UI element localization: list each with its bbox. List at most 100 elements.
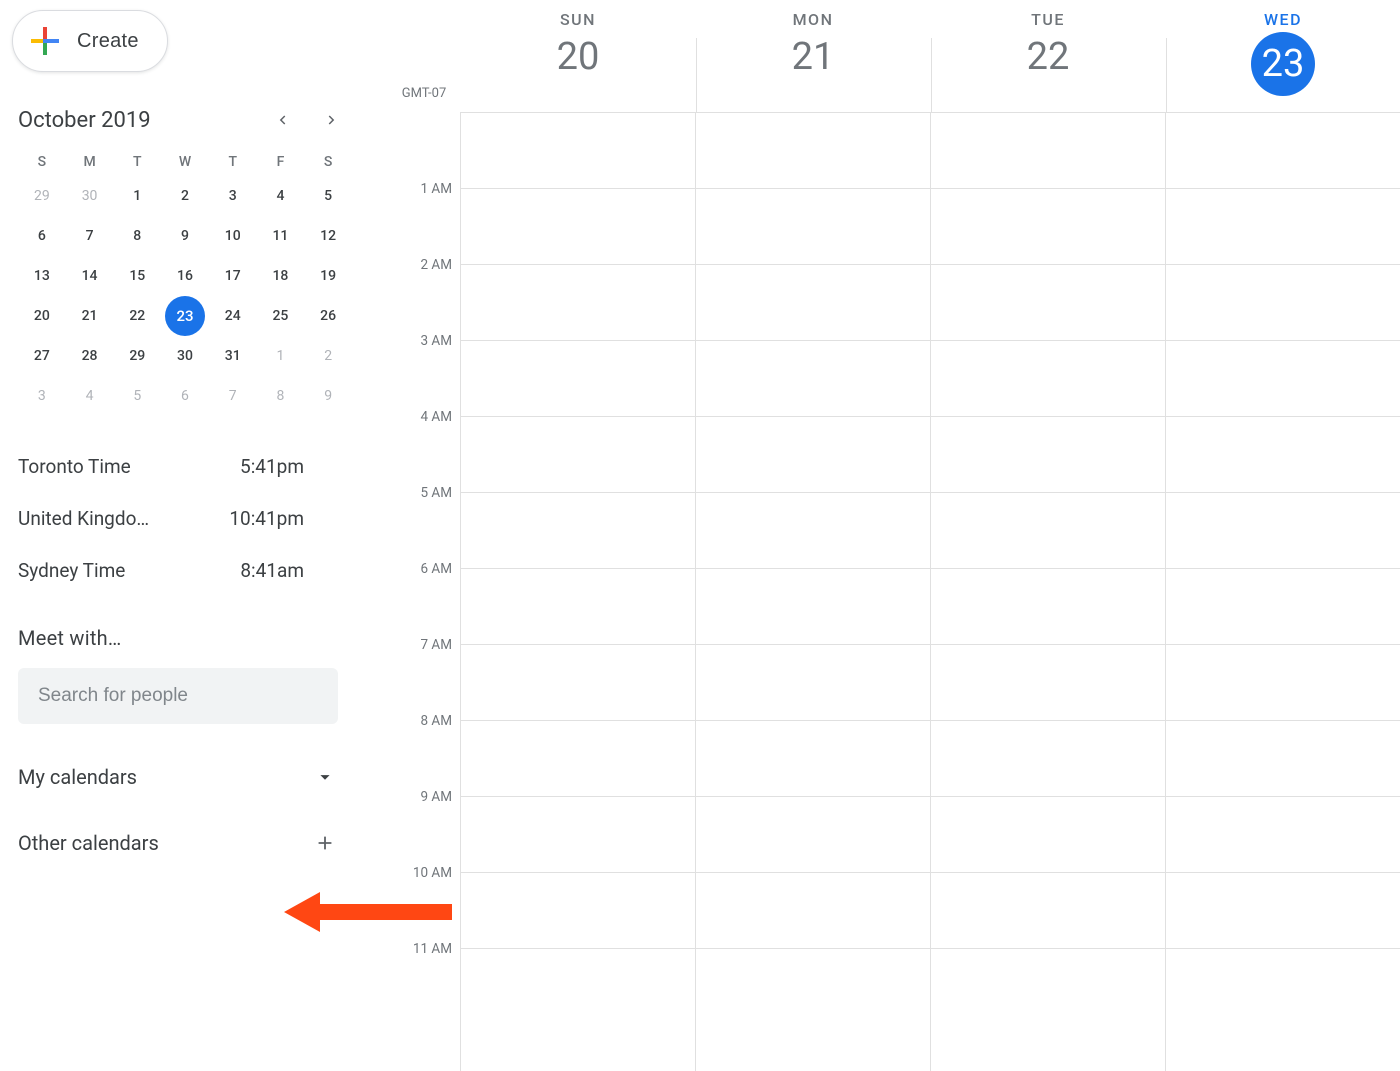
mini-day[interactable]: 10 xyxy=(219,222,247,250)
mini-day[interactable]: 7 xyxy=(219,382,247,410)
create-label: Create xyxy=(77,30,139,53)
mini-day[interactable]: 2 xyxy=(314,342,342,370)
next-month-button[interactable] xyxy=(316,104,348,136)
day-header[interactable]: WED23 xyxy=(1165,0,1400,112)
mini-day[interactable]: 29 xyxy=(123,342,151,370)
hour-row[interactable] xyxy=(460,112,1400,188)
mini-day[interactable]: 3 xyxy=(219,182,247,210)
mini-day[interactable]: 26 xyxy=(314,302,342,330)
my-calendars-section[interactable]: My calendars xyxy=(18,764,338,790)
mini-day[interactable]: 1 xyxy=(266,342,294,370)
hour-row[interactable]: 5 AM xyxy=(460,492,1400,568)
mini-day[interactable]: 6 xyxy=(28,222,56,250)
hour-row[interactable]: 11 AM xyxy=(460,948,1400,1024)
mini-day[interactable]: 8 xyxy=(123,222,151,250)
chevron-right-icon xyxy=(323,111,341,129)
hour-grid[interactable]: 1 AM2 AM3 AM4 AM5 AM6 AM7 AM8 AM9 AM10 A… xyxy=(388,112,1400,1071)
day-header[interactable]: SUN 20 xyxy=(460,0,695,112)
chevron-down-icon xyxy=(314,766,336,788)
mini-day[interactable]: 2 xyxy=(171,182,199,210)
mini-day[interactable]: 24 xyxy=(219,302,247,330)
world-clock-row: Sydney Time8:41am xyxy=(18,544,352,596)
mini-calendar-month: October 2019 xyxy=(18,108,151,133)
mini-day[interactable]: 22 xyxy=(123,302,151,330)
mini-day[interactable]: 13 xyxy=(28,262,56,290)
mini-day[interactable]: 5 xyxy=(123,382,151,410)
moon-icon xyxy=(316,506,340,530)
mini-day[interactable]: 25 xyxy=(266,302,294,330)
add-other-calendar-button[interactable] xyxy=(312,830,338,856)
mini-day[interactable]: 4 xyxy=(266,182,294,210)
day-header[interactable]: MON 21 xyxy=(695,0,930,112)
chevron-left-icon xyxy=(273,111,291,129)
mini-day[interactable]: 12 xyxy=(314,222,342,250)
mini-day[interactable]: 11 xyxy=(266,222,294,250)
search-people-input[interactable] xyxy=(18,668,338,724)
my-calendars-toggle[interactable] xyxy=(312,764,338,790)
mini-day[interactable]: 15 xyxy=(123,262,151,290)
mini-day[interactable]: 17 xyxy=(219,262,247,290)
create-button[interactable]: Create xyxy=(12,10,168,72)
day-header-dow: SUN xyxy=(461,10,695,29)
hour-row[interactable]: 8 AM xyxy=(460,720,1400,796)
mini-day[interactable]: 30 xyxy=(76,182,104,210)
hour-row[interactable]: 7 AM xyxy=(460,644,1400,720)
mini-dow: S xyxy=(304,154,352,170)
mini-day[interactable]: 23 xyxy=(165,296,205,336)
other-calendars-section[interactable]: Other calendars xyxy=(18,830,338,856)
mini-day[interactable]: 3 xyxy=(28,382,56,410)
hour-row[interactable]: 6 AM xyxy=(460,568,1400,644)
mini-day[interactable]: 31 xyxy=(219,342,247,370)
timezone-label: GMT-07 xyxy=(388,86,460,101)
clock-location: Sydney Time xyxy=(18,559,208,582)
clock-location: United Kingdo… xyxy=(18,507,208,530)
meet-with-heading: Meet with… xyxy=(18,626,352,650)
mini-day[interactable]: 7 xyxy=(76,222,104,250)
hour-label: 10 AM xyxy=(388,865,452,881)
week-view: GMT-07 SUN20MON21TUE22WED23 1 AM2 AM3 AM… xyxy=(388,0,1400,1071)
day-header-number: 23 xyxy=(1251,32,1315,96)
mini-calendar-grid: SMTWTFS293012345678910111213141516171819… xyxy=(18,154,352,410)
my-calendars-label: My calendars xyxy=(18,765,137,789)
hour-row[interactable]: 2 AM xyxy=(460,264,1400,340)
hour-label: 3 AM xyxy=(388,333,452,349)
mini-day[interactable]: 30 xyxy=(171,342,199,370)
mini-day[interactable]: 9 xyxy=(314,382,342,410)
mini-day[interactable]: 28 xyxy=(76,342,104,370)
hour-label: 4 AM xyxy=(388,409,452,425)
mini-day[interactable]: 18 xyxy=(266,262,294,290)
hour-row[interactable]: 10 AM xyxy=(460,872,1400,948)
mini-day[interactable]: 4 xyxy=(76,382,104,410)
day-header-number: 21 xyxy=(696,35,930,79)
world-clocks: Toronto Time5:41pmUnited Kingdo…10:41pmS… xyxy=(18,440,352,596)
day-header-number: 20 xyxy=(461,35,695,79)
hour-row[interactable]: 9 AM xyxy=(460,796,1400,872)
sun-icon xyxy=(316,454,340,478)
day-header-dow: MON xyxy=(696,10,930,29)
mini-day[interactable]: 8 xyxy=(266,382,294,410)
clock-time: 8:41am xyxy=(208,559,304,582)
prev-month-button[interactable] xyxy=(266,104,298,136)
hour-label: 2 AM xyxy=(388,257,452,273)
meet-with-section: Meet with… xyxy=(18,626,352,724)
hour-row[interactable]: 3 AM xyxy=(460,340,1400,416)
mini-day[interactable]: 9 xyxy=(171,222,199,250)
mini-day[interactable]: 14 xyxy=(76,262,104,290)
mini-day[interactable]: 29 xyxy=(28,182,56,210)
mini-dow: T xyxy=(113,154,161,170)
mini-day[interactable]: 20 xyxy=(28,302,56,330)
hour-row[interactable]: 4 AM xyxy=(460,416,1400,492)
hour-row[interactable]: 1 AM xyxy=(460,188,1400,264)
mini-day[interactable]: 6 xyxy=(171,382,199,410)
mini-day[interactable]: 27 xyxy=(28,342,56,370)
mini-calendar: October 2019 SMTWTFS29301234567891011121… xyxy=(18,104,352,410)
mini-day[interactable]: 21 xyxy=(76,302,104,330)
day-header[interactable]: TUE22 xyxy=(930,0,1165,112)
mini-day[interactable]: 5 xyxy=(314,182,342,210)
day-header-number: 22 xyxy=(931,35,1165,79)
mini-day[interactable]: 19 xyxy=(314,262,342,290)
mini-day[interactable]: 16 xyxy=(171,262,199,290)
hour-label: 9 AM xyxy=(388,789,452,805)
mini-day[interactable]: 1 xyxy=(123,182,151,210)
clock-time: 5:41pm xyxy=(208,455,304,478)
